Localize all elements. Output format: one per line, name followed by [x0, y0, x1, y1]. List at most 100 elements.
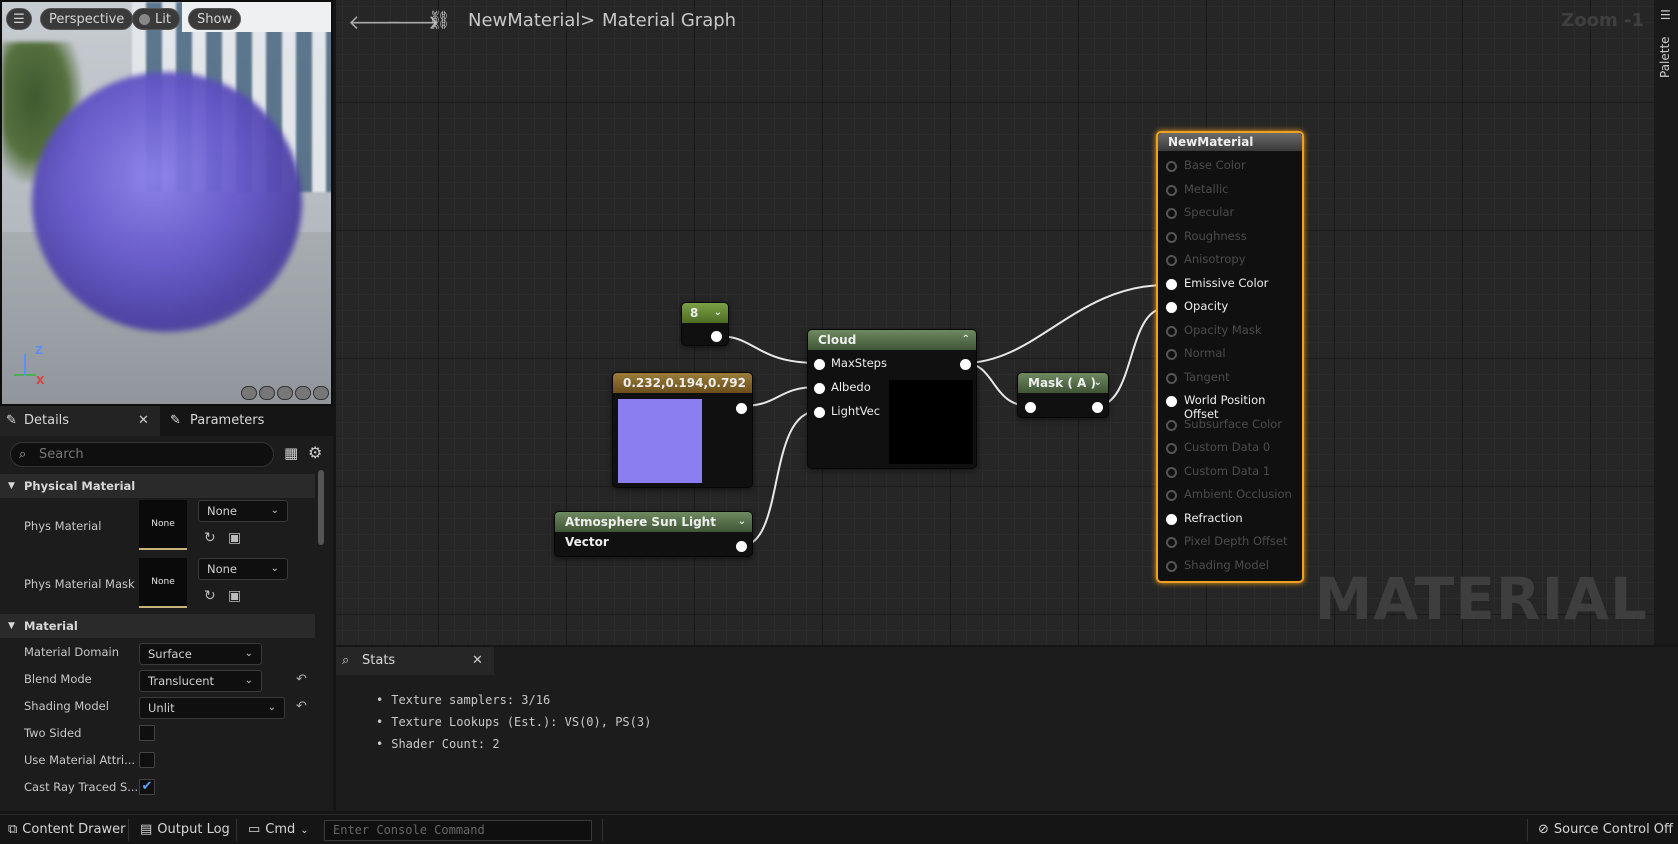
cylinder-icon[interactable] — [241, 386, 257, 400]
output-pin[interactable] — [736, 541, 747, 552]
perspective-button[interactable]: Perspective — [40, 8, 134, 30]
node-header: 0.232,0.194,0.792 ⌃ — [613, 373, 752, 393]
source-control-label: Source Control Off — [1553, 822, 1674, 837]
input-pin[interactable] — [1166, 302, 1177, 313]
close-icon[interactable]: ✕ — [138, 406, 149, 436]
output-pin[interactable] — [1092, 402, 1103, 413]
shading-model-value: Unlit — [148, 701, 175, 715]
node-material-result[interactable]: NewMaterial Base Color Metallic Specular Ro… — [1156, 131, 1304, 583]
input-pin[interactable] — [1166, 443, 1177, 454]
tab-stats[interactable]: ⌕ Stats ✕ — [336, 647, 494, 675]
cast-ray-traced-shadows-checkbox[interactable]: ✔ — [139, 779, 155, 795]
phys-material-mask-thumbnail[interactable]: None — [139, 558, 187, 608]
details-search-input[interactable]: ⌕ Search — [10, 442, 274, 467]
two-sided-checkbox[interactable] — [139, 725, 155, 741]
node-header: Cloud ⌃ — [808, 330, 976, 350]
node-title: Cloud — [818, 333, 857, 347]
plane-icon[interactable] — [277, 386, 293, 400]
input-pin[interactable] — [1166, 278, 1177, 290]
section-physical-material[interactable]: ▼ Physical Material — [0, 474, 315, 498]
material-preview-viewport[interactable]: ☰ Perspective Lit Show Z X — [0, 0, 333, 406]
use-selected-icon[interactable]: ↻ — [204, 588, 216, 604]
axis-x-label: X — [36, 374, 45, 387]
collapse-arrow-icon: ▼ — [8, 481, 15, 491]
input-pin[interactable] — [1166, 513, 1177, 525]
input-pin-albedo[interactable] — [814, 383, 825, 394]
tab-details[interactable]: ✎ Details ✕ — [0, 406, 160, 436]
input-pin[interactable] — [1166, 490, 1177, 501]
node-title: 8 — [690, 306, 699, 320]
chevron-down-icon[interactable]: ⌄ — [714, 303, 722, 323]
input-pin[interactable] — [1166, 560, 1177, 572]
input-pin[interactable] — [1166, 208, 1177, 219]
section-material[interactable]: ▼ Material — [0, 614, 315, 638]
content-drawer-button[interactable]: ⧉ Content Drawer — [8, 815, 125, 844]
input-pin-lightvec[interactable] — [814, 407, 825, 418]
input-pin[interactable] — [1166, 419, 1177, 431]
input-pin[interactable] — [1166, 184, 1177, 196]
output-pin[interactable] — [711, 331, 722, 342]
reset-to-default-icon[interactable]: ↶ — [296, 699, 307, 714]
material-graph-canvas[interactable]: 🡐 🡒 ⛓ NewMaterial > Material Graph Zoom … — [336, 0, 1678, 645]
node-cloud[interactable]: Cloud ⌃ MaxSteps Albedo LightVec — [807, 329, 977, 469]
table-view-icon[interactable]: ▦ — [284, 444, 298, 462]
output-pin[interactable] — [736, 403, 747, 414]
tab-parameters[interactable]: ✎ Parameters — [166, 406, 264, 436]
node-header: Atmosphere Sun Light Vector ⌄ — [555, 512, 752, 549]
node-constant3vector[interactable]: 0.232,0.194,0.792 ⌃ — [612, 372, 753, 488]
output-log-button[interactable]: ▤ Output Log — [140, 815, 230, 844]
close-icon[interactable]: ✕ — [472, 647, 483, 675]
sphere-icon[interactable] — [259, 386, 275, 400]
show-button[interactable]: Show — [188, 8, 242, 30]
node-constant-8[interactable]: 8 ⌄ — [681, 302, 729, 346]
phys-material-dropdown[interactable]: None ⌄ — [198, 500, 288, 522]
input-pin[interactable] — [1166, 396, 1177, 407]
phys-material-mask-dropdown[interactable]: None ⌄ — [198, 558, 288, 580]
teapot-icon[interactable] — [313, 386, 329, 400]
use-material-attributes-checkbox[interactable] — [139, 752, 155, 768]
node-atmosphere-sun-light-vector[interactable]: Atmosphere Sun Light Vector ⌄ — [554, 511, 753, 557]
node-header: 8 ⌄ — [682, 303, 728, 323]
input-pin[interactable] — [1166, 255, 1177, 266]
chevron-down-icon[interactable]: ⌄ — [1094, 373, 1102, 393]
input-pin[interactable] — [1166, 349, 1177, 360]
terminal-icon: ▭ — [248, 822, 261, 837]
input-pin[interactable] — [1166, 161, 1177, 172]
input-pin[interactable] — [1166, 466, 1177, 478]
pin-label: Custom Data 0 — [1184, 440, 1271, 454]
phys-material-thumbnail[interactable]: None — [139, 500, 187, 550]
preview-shape-icons[interactable] — [241, 386, 329, 400]
shading-model-dropdown[interactable]: Unlit ⌄ — [139, 697, 285, 719]
details-scrollbar[interactable] — [318, 470, 324, 545]
browse-icon[interactable]: ▣ — [228, 530, 241, 546]
chevron-up-icon[interactable]: ⌃ — [962, 330, 970, 350]
phys-material-label: Phys Material — [24, 519, 102, 533]
viewport-menu-icon[interactable]: ☰ — [6, 8, 32, 30]
phys-material-value: None — [207, 504, 238, 518]
output-pin[interactable] — [960, 359, 971, 370]
input-pin[interactable] — [1166, 325, 1177, 337]
use-selected-icon[interactable]: ↻ — [204, 530, 216, 546]
material-domain-dropdown[interactable]: Surface ⌄ — [139, 643, 262, 665]
blend-mode-dropdown[interactable]: Translucent ⌄ — [139, 670, 262, 692]
input-pin[interactable] — [1166, 537, 1177, 548]
settings-gear-icon[interactable]: ⚙ — [308, 443, 322, 462]
pin-label-albedo: Albedo — [831, 380, 871, 394]
source-control-button[interactable]: ⊘ Source Control Off — [1538, 815, 1673, 844]
cmd-dropdown[interactable]: ▭ Cmd ⌄ — [248, 815, 309, 844]
input-pin[interactable] — [1025, 402, 1036, 413]
details-tabbar: ✎ Details ✕ ✎ Parameters — [0, 406, 333, 436]
cube-icon[interactable] — [295, 386, 311, 400]
lit-button[interactable]: Lit — [132, 8, 180, 30]
browse-icon[interactable]: ▣ — [228, 588, 241, 604]
chevron-down-icon[interactable]: ⌄ — [738, 512, 746, 532]
node-component-mask[interactable]: Mask ( A ) ⌄ — [1017, 372, 1109, 418]
console-command-input[interactable]: Enter Console Command — [324, 820, 592, 841]
chevron-up-icon[interactable]: ⌃ — [738, 373, 746, 393]
input-pin-maxsteps[interactable] — [814, 359, 825, 370]
pin-label: Subsurface Color — [1184, 416, 1283, 431]
use-material-attributes-label: Use Material Attri... — [24, 753, 136, 767]
reset-to-default-icon[interactable]: ↶ — [296, 672, 307, 687]
input-pin[interactable] — [1166, 372, 1177, 384]
input-pin[interactable] — [1166, 231, 1177, 243]
